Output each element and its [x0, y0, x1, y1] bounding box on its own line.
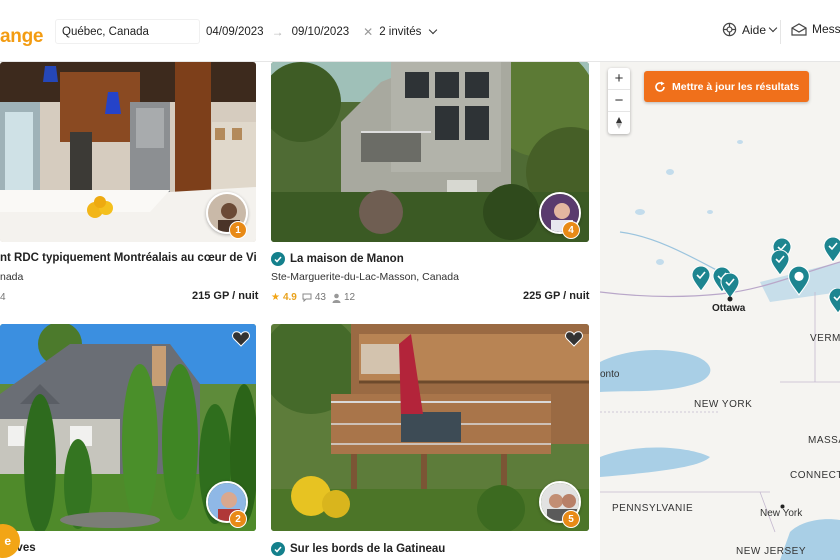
listing-title[interactable]: Sur les bords de la Gatineau [271, 542, 589, 556]
listing-meta-value: 4 [0, 292, 6, 303]
map-label-new-york-state: NEW YORK [694, 399, 753, 410]
zoom-out-button[interactable]: − [608, 90, 630, 112]
map-label-new-jersey: NEW JERSEY [736, 546, 807, 557]
update-results-button[interactable]: Mettre à jour les résultats [644, 71, 810, 102]
update-results-label: Mettre à jour les résultats [672, 80, 800, 93]
chevron-down-icon [429, 25, 438, 35]
zoom-controls: + − [608, 68, 630, 134]
city-dot-icon [727, 296, 733, 302]
help-label: Aide [742, 22, 767, 37]
listing-location: nada [0, 271, 24, 283]
brand-logo[interactable]: ange [0, 26, 43, 48]
results-map[interactable]: + − Mettre à jour les résultats Ottawa o… [600, 62, 840, 560]
reviews-icon [302, 293, 312, 302]
map-pin[interactable] [691, 265, 711, 292]
guests-label: 2 invités [379, 25, 422, 38]
top-header: ange Québec, Canada 04/09/2023 → 09/10/2… [0, 0, 840, 62]
map-label-vermont: VERMO [810, 333, 840, 344]
listing-title[interactable]: nt RDC typiquement Montréalais au cœur d… [0, 252, 256, 264]
compass-button[interactable] [608, 112, 630, 134]
location-input[interactable]: Québec, Canada [55, 19, 200, 44]
map-label-connecticut: CONNECTI [790, 470, 840, 481]
date-to-field[interactable]: 09/10/2023 [286, 19, 356, 44]
map-label-massachusetts: MASSA [808, 435, 840, 446]
date-from-field[interactable]: 04/09/2023 [200, 19, 270, 44]
host-rank-badge: 2 [229, 510, 247, 528]
listing-rating: 4.9 [282, 292, 297, 303]
verified-check-icon [271, 252, 285, 266]
map-pin[interactable] [720, 272, 740, 299]
search-bar: Québec, Canada 04/09/2023 → 09/10/2023 ✕… [55, 19, 440, 44]
map-pin[interactable] [823, 236, 840, 263]
compass-icon [616, 117, 622, 129]
listing-title[interactable]: e Yves [0, 542, 256, 554]
map-pin[interactable] [787, 265, 810, 296]
listing-title-text: La maison de Manon [290, 253, 404, 265]
host-rank-badge: 5 [562, 510, 580, 528]
verified-check-icon [271, 542, 285, 556]
messages-link[interactable]: Mess [791, 22, 840, 36]
listing-card[interactable]: 1 nt RDC typiquement Montréalais au cœur… [0, 62, 259, 312]
map-label-toronto: onto [600, 369, 620, 380]
favorite-heart-icon[interactable] [565, 331, 583, 347]
date-arrow-icon: → [271, 24, 284, 39]
listing-title[interactable]: La maison de Manon [271, 252, 589, 266]
zoom-in-button[interactable]: + [608, 68, 630, 90]
listing-meta: 4 [0, 292, 6, 303]
listing-photo[interactable]: 2 [0, 324, 256, 531]
envelope-icon [791, 22, 807, 36]
listing-title-text: Sur les bords de la Gatineau [290, 543, 446, 555]
host-rank-badge: 4 [562, 221, 580, 239]
listing-card[interactable]: 4 La maison de Manon Ste-Marguerite-du-L… [271, 62, 589, 312]
listing-location: Ste-Marguerite-du-Lac-Masson, Canada [271, 271, 459, 283]
help-menu[interactable]: Aide [722, 22, 778, 37]
listing-meta: ★ 4.9 43 12 [271, 292, 355, 303]
host-rank-badge: 1 [229, 221, 247, 239]
map-pin[interactable] [828, 287, 840, 314]
person-icon [332, 293, 341, 303]
map-label-pennsylvania: PENNSYLVANIE [612, 503, 694, 514]
refresh-icon [655, 81, 665, 92]
header-divider [780, 20, 781, 44]
chevron-down-icon [768, 23, 778, 33]
clear-dates-icon[interactable]: ✕ [363, 25, 373, 39]
listing-guests: 12 [344, 292, 356, 303]
listing-card[interactable]: 2 e Yves [0, 324, 256, 560]
listing-reviews: 43 [314, 292, 326, 303]
listing-photo[interactable]: 1 [0, 62, 256, 242]
listing-title-text: nt RDC typiquement Montréalais au cœur d… [0, 252, 256, 264]
lifebuoy-icon [722, 22, 737, 37]
listing-photo[interactable]: 5 [271, 324, 589, 531]
app-root: ange Québec, Canada 04/09/2023 → 09/10/2… [0, 0, 840, 560]
favorite-heart-icon[interactable] [232, 331, 250, 347]
map-label-ottawa: Ottawa [712, 303, 746, 314]
listing-price: 215 GP / nuit [192, 290, 259, 302]
listing-card[interactable]: 5 Sur les bords de la Gatineau [271, 324, 589, 560]
map-label-new-york-city: New York [760, 508, 803, 519]
messages-label: Mess [812, 22, 840, 36]
star-icon: ★ [271, 292, 280, 303]
listing-price: 225 GP / nuit [523, 290, 590, 302]
guests-select[interactable]: 2 invités [379, 25, 438, 38]
listing-photo[interactable]: 4 [271, 62, 589, 242]
